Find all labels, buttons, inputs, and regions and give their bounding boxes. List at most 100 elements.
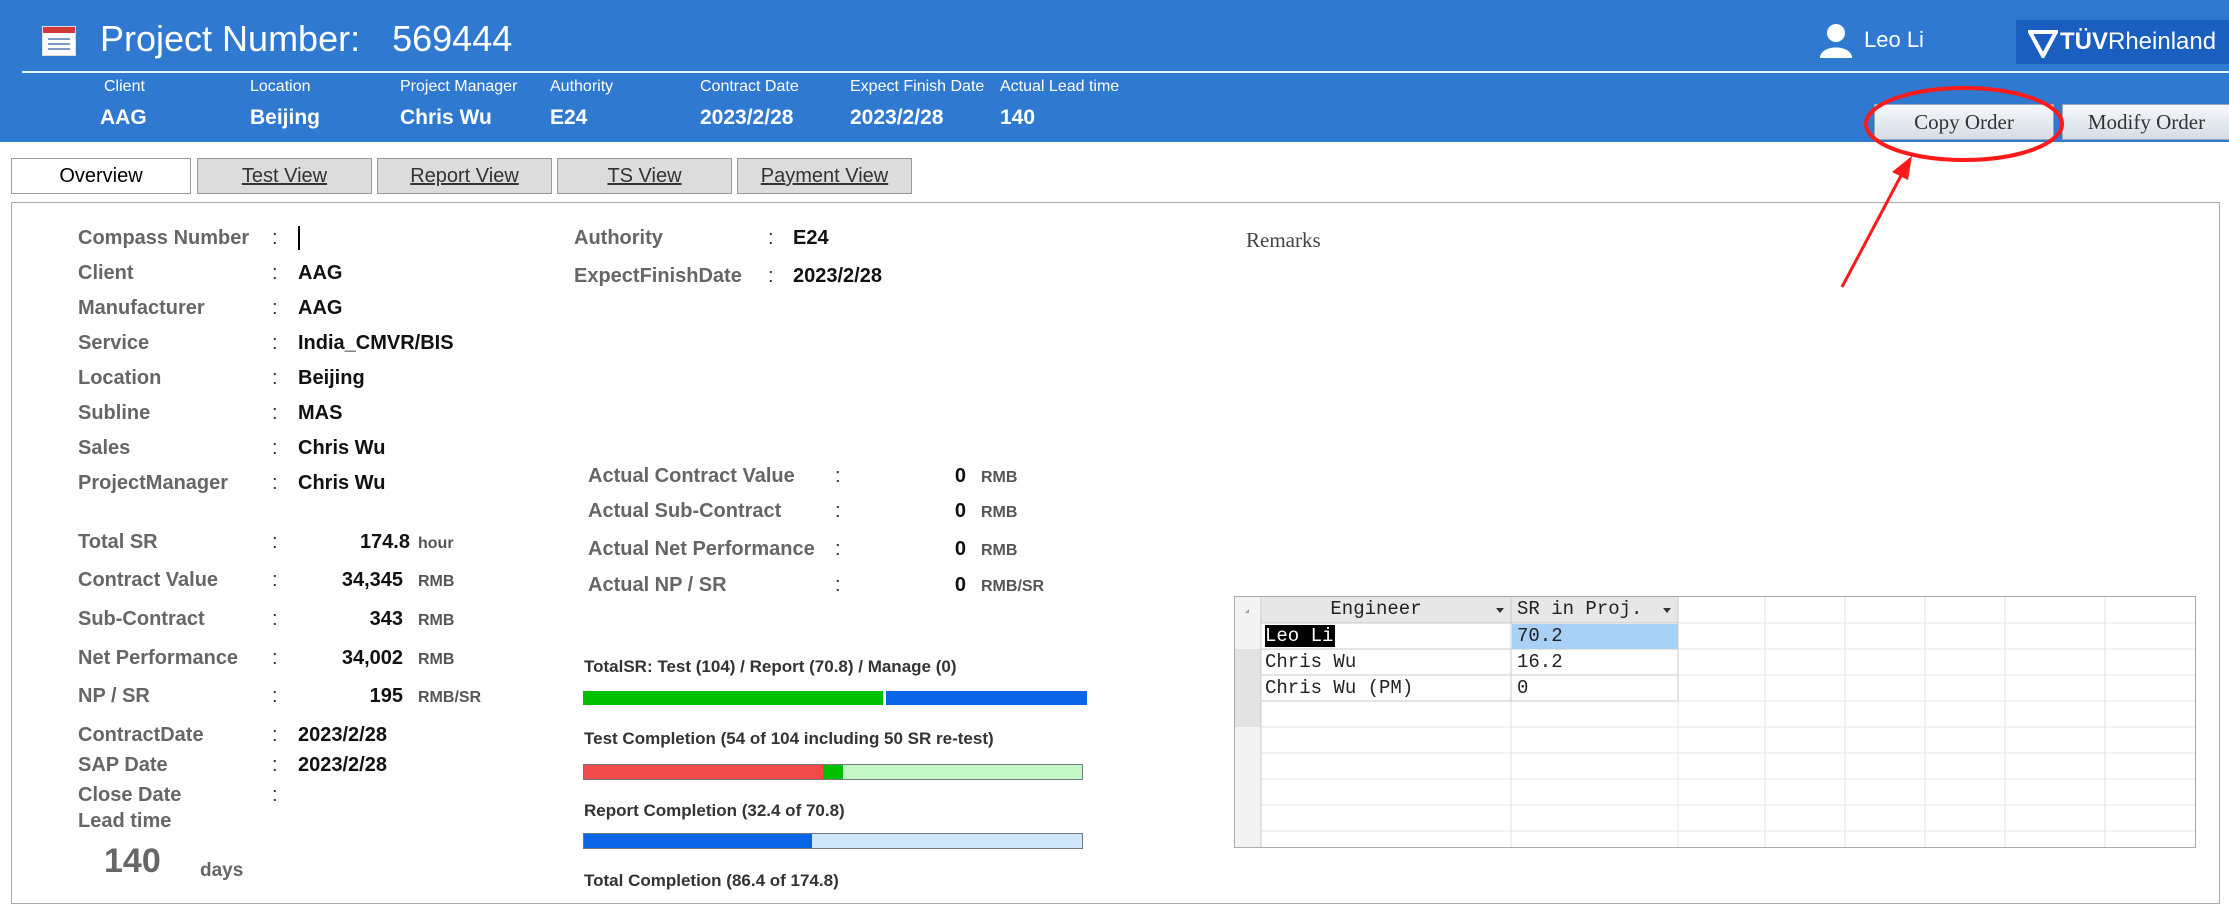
hdr-location-label: Location [250,78,311,95]
tab-payment-view[interactable]: Payment View [737,158,912,194]
grid-header-sr[interactable]: SR in Proj. [1517,598,1642,620]
tab-report-view[interactable]: Report View [377,158,552,194]
finance-value-np-sr: 195 [369,685,403,707]
info-colon: : [272,754,278,776]
info-colon: : [272,367,278,389]
actual-unit-np-sr: RMB/SR [981,578,1045,595]
hdr-expect-finish-value: 2023/2/28 [850,106,944,129]
test-completion-retest-segment [823,765,843,779]
annotation-arrow-head [1892,156,1912,180]
finance-value-net-performance: 34,002 [341,647,403,669]
test-completion-title: Test Completion (54 of 104 including 50 … [584,729,994,748]
date-value-sap: 2023/2/28 [298,754,387,776]
user-menu[interactable]: Leo Li [1816,20,1924,60]
info-colon: : [835,538,841,560]
remarks-label: Remarks [1246,228,1321,252]
annotation-ellipse [1864,86,2064,162]
info-colon: : [272,647,278,669]
hdr-contract-date-label: Contract Date [700,78,799,95]
info-label-project-manager: ProjectManager [78,472,229,494]
total-sr-bar [583,691,1087,705]
grid-header-engineer[interactable]: Engineer [1261,598,1491,620]
mid-label-expect-finish: ExpectFinishDate [574,265,742,287]
actual-unit-sub-contract: RMB [981,504,1018,521]
finance-label-np-sr: NP / SR [78,685,150,707]
grid-lines [1235,597,2195,847]
info-colon: : [272,262,278,284]
info-label-subline: Subline [78,402,151,424]
info-colon: : [272,724,278,746]
mid-value-authority: E24 [793,227,829,249]
project-number-label: Project Number: [100,18,361,59]
info-label-compass: Compass Number [78,227,250,249]
user-icon [1820,24,1852,58]
info-colon: : [272,437,278,459]
grid-cell-engineer[interactable]: Chris Wu (PM) [1265,677,1413,699]
hdr-lead-time-value: 140 [1000,106,1036,129]
grid-cell-engineer[interactable]: Chris Wu [1265,651,1356,673]
mid-value-expect-finish: 2023/2/28 [793,265,882,287]
total-sr-title: TotalSR: Test (104) / Report (70.8) / Ma… [584,657,957,676]
date-value-contract: 2023/2/28 [298,724,387,746]
actual-unit-net-performance: RMB [981,542,1018,559]
info-colon: : [272,297,278,319]
finance-unit-np-sr: RMB/SR [418,689,482,706]
total-sr-test-segment [583,691,883,705]
hdr-contract-date-value: 2023/2/28 [700,106,794,129]
tuv-triangle-icon [2028,30,2058,58]
user-name: Leo Li [1864,27,1924,52]
date-label-sap: SAP Date [78,754,168,776]
info-value-location: Beijing [298,367,365,389]
hdr-authority-label: Authority [550,78,614,95]
date-label-close: Close Date [78,784,182,806]
info-colon: : [835,500,841,522]
info-label-client: Client [78,262,134,284]
info-label-service: Service [78,332,150,354]
finance-label-contract-value: Contract Value [78,569,219,591]
test-completion-bar [583,764,1083,780]
info-value-subline: MAS [298,402,343,424]
hdr-pm-label: Project Manager [400,78,518,95]
hdr-lead-time-label: Actual Lead time [1000,78,1120,95]
brand-logo: TÜVRheinland [2016,20,2229,64]
info-colon: : [272,569,278,591]
grid-cell-engineer-selected[interactable]: Leo Li [1265,625,1336,647]
finance-unit-sub-contract: RMB [418,612,455,629]
tab-test-view[interactable]: Test View [197,158,372,194]
info-colon: : [835,574,841,596]
info-label-manufacturer: Manufacturer [78,297,205,319]
grid-cell-sr[interactable]: 70.2 [1517,625,1563,647]
finance-value-contract-value: 34,345 [341,569,403,591]
actual-label-net-performance: Actual Net Performance [588,538,815,560]
actual-value-contract-value: 0 [954,465,966,487]
modify-order-button[interactable]: Modify Order [2062,104,2229,140]
hdr-client-value: AAG [100,106,147,129]
grid-cell-sr[interactable]: 16.2 [1517,651,1563,673]
finance-unit-total-sr: hour [418,535,454,552]
finance-label-sub-contract: Sub-Contract [78,608,205,630]
info-value-manufacturer: AAG [298,297,343,319]
info-value-client: AAG [298,262,343,284]
report-completion-done-segment [584,834,813,848]
actual-label-sub-contract: Actual Sub-Contract [588,500,782,522]
info-colon: : [272,227,278,249]
tab-overview[interactable]: Overview [11,158,191,194]
info-colon: : [835,465,841,487]
finance-label-net-performance: Net Performance [78,647,239,669]
actual-value-np-sr: 0 [954,574,966,596]
tab-ts-view[interactable]: TS View [557,158,732,194]
hdr-authority-value: E24 [550,106,588,129]
grid-cell-sr[interactable]: 0 [1517,677,1528,699]
info-colon: : [272,472,278,494]
finance-value-total-sr: 174.8 [359,531,410,553]
brand-prefix: TÜV [2060,28,2108,55]
compass-number-input[interactable] [298,226,300,250]
hdr-location-value: Beijing [250,106,321,129]
finance-label-total-sr: Total SR [78,531,158,553]
lead-time-label: Lead time [78,810,172,832]
info-value-service: India_CMVR/BIS [298,332,454,354]
hdr-expect-finish-label: Expect Finish Date [850,78,985,95]
engineer-grid[interactable]: Engineer SR in Proj. Leo Li 70.2 Chris W… [1234,596,2196,848]
info-label-sales: Sales [78,437,131,459]
info-colon: : [272,402,278,424]
